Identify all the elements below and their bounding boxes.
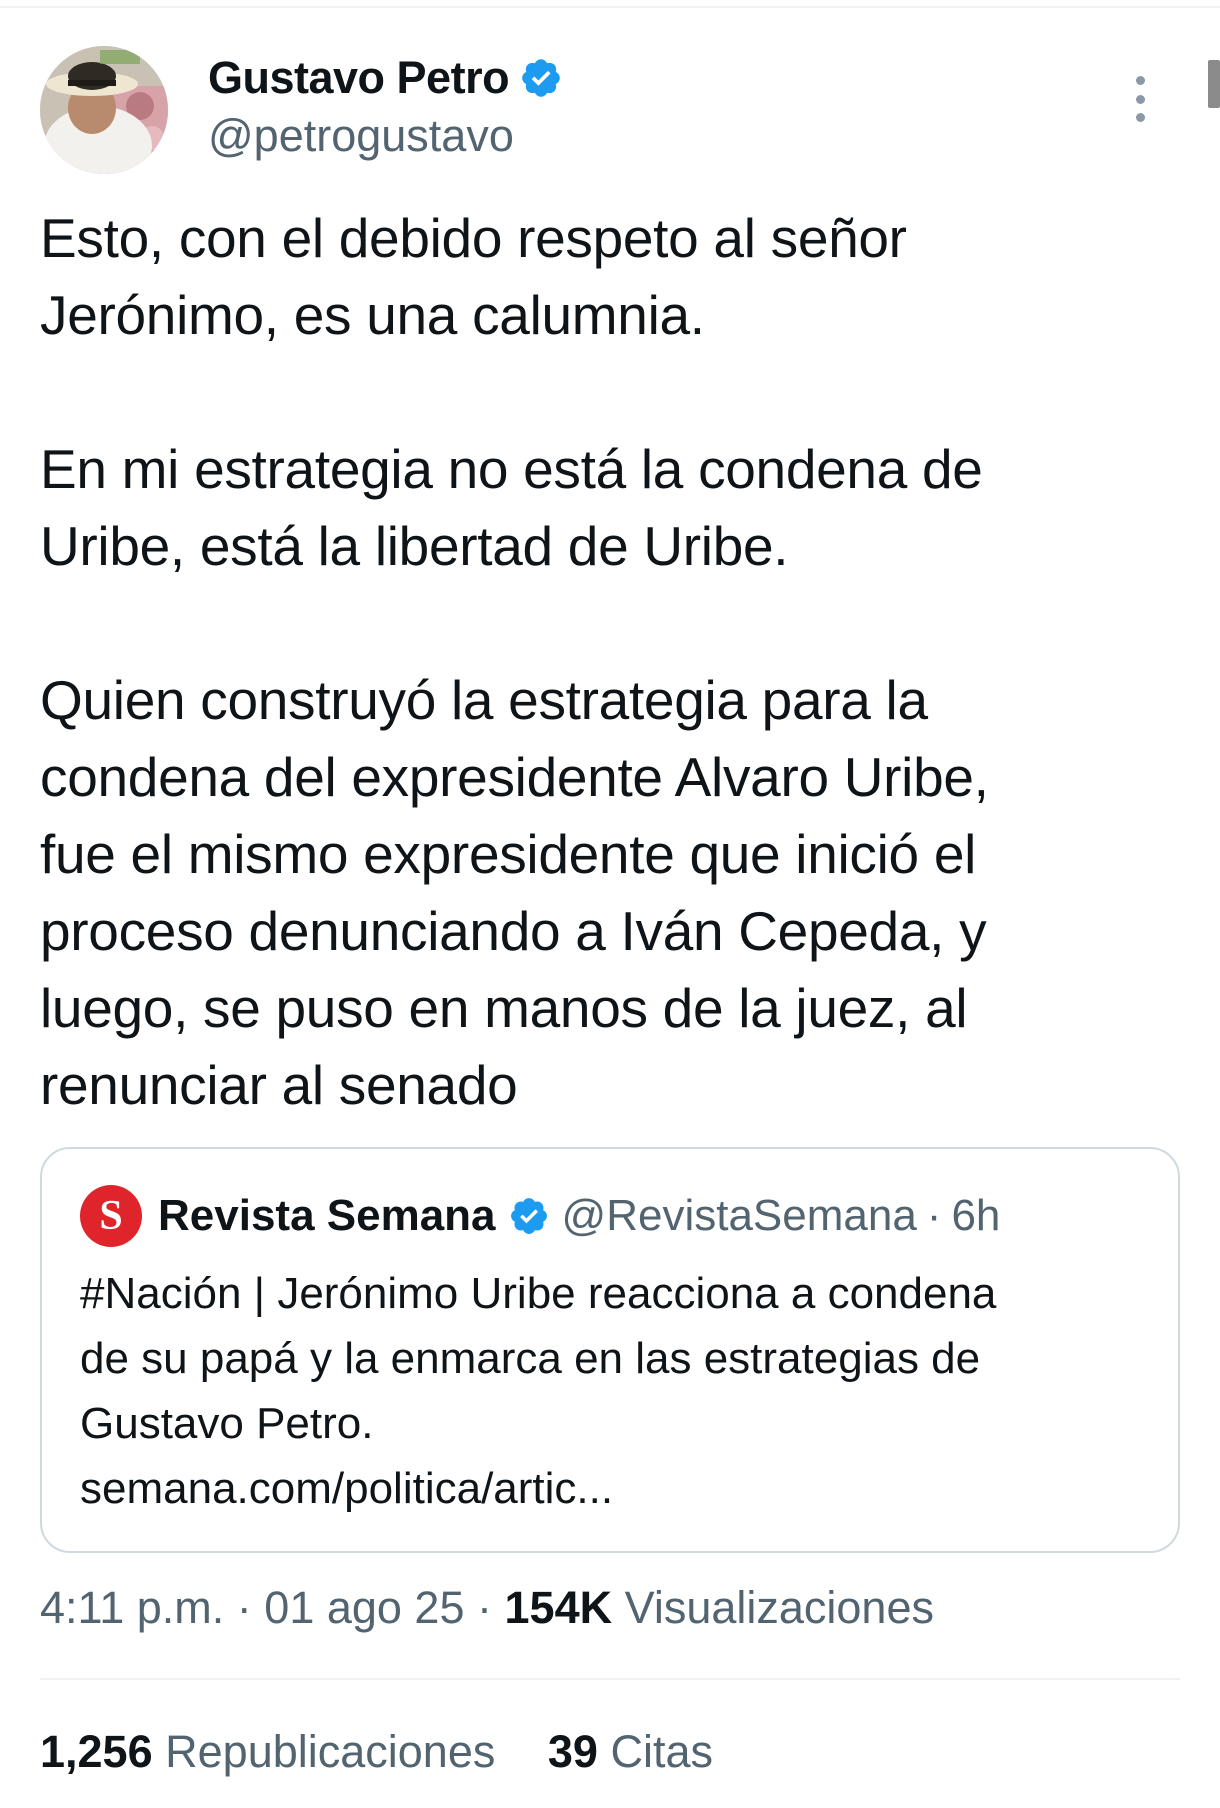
tweet-text-line: fue el mismo expresidente que inició el [40,823,977,885]
dot [1135,94,1145,104]
tweet-text: Esto, con el debido respeto al señor Jeró… [40,200,1180,1124]
quoted-author-handle[interactable]: @RevistaSemana [562,1191,917,1241]
tweet-time[interactable]: 4:11 p.m. [40,1582,224,1633]
author-block: Gustavo Petro @petrogustavo [208,48,563,162]
quoted-link[interactable]: semana.com/politica/artic... [80,1456,1150,1521]
dot [1135,113,1145,122]
quoted-timestamp[interactable]: 6h [951,1191,1000,1241]
reposts-stat[interactable]: 1,256 Republicaciones [40,1726,495,1778]
profile-photo-icon[interactable] [40,46,168,174]
views-count: 154K [504,1582,613,1633]
tweet-header: Gustavo Petro @petrogustavo [40,46,1160,176]
quoted-text-line: de su papá y la enmarca en las estrategi… [80,1334,981,1383]
tweet-date[interactable]: 01 ago 25 [264,1582,464,1633]
quoted-text-line: #Nación | Jerónimo Uribe reacciona a con… [80,1269,997,1318]
top-divider [0,6,1220,8]
separator-dot: · [477,1582,493,1633]
scrollbar[interactable] [1208,60,1220,108]
verified-badge-icon [510,1198,547,1234]
quoted-text-line: Gustavo Petro. [80,1399,374,1448]
engagement-stats: 1,256 Republicaciones 39 Citas [40,1726,713,1778]
quotes-count: 39 [547,1726,598,1777]
divider [40,1678,1180,1680]
reposts-count: 1,256 [40,1726,153,1777]
tweet-text-line: condena del expresidente Alvaro Uribe, [40,746,989,808]
tweet-text-line: Jerónimo, es una calumnia. [40,284,705,346]
revista-semana-logo-icon[interactable]: S [80,1185,142,1247]
reposts-label: Republicaciones [165,1726,496,1777]
tweet-meta: 4:11 p.m. · 01 ago 25 · 154K Visualizaci… [40,1582,934,1634]
separator-dot: · [236,1582,252,1633]
author-name[interactable]: Gustavo Petro [208,52,510,104]
tweet-text-line: En mi estrategia no está la condena de [40,438,983,500]
verified-badge-icon [522,59,560,97]
tweet-text-line: Uribe, está la libertad de Uribe. [40,515,789,577]
tweet-text-line: proceso denunciando a Iván Cepeda, y [40,900,987,962]
quotes-label: Citas [610,1726,713,1777]
tweet-text-line: luego, se puso en manos de la juez, al [40,977,968,1039]
quoted-tweet-card[interactable]: S Revista Semana @RevistaSemana · 6h #Na… [40,1147,1180,1553]
author-handle[interactable]: @petrogustavo [208,110,563,162]
dot [1135,76,1145,85]
quoted-tweet-text: #Nación | Jerónimo Uribe reacciona a con… [80,1261,1150,1521]
more-options-icon[interactable] [1120,76,1160,122]
quoted-tweet-header: S Revista Semana @RevistaSemana · 6h [80,1185,1000,1247]
views-label: Visualizaciones [624,1582,934,1633]
quoted-author-name[interactable]: Revista Semana [158,1191,496,1241]
separator-dot: · [926,1191,942,1240]
tweet-text-line: Quien construyó la estrategia para la [40,669,928,731]
tweet-text-line: Esto, con el debido respeto al señor [40,207,907,269]
quotes-stat[interactable]: 39 Citas [548,1726,713,1778]
tweet-text-line: renunciar al senado [40,1054,518,1116]
